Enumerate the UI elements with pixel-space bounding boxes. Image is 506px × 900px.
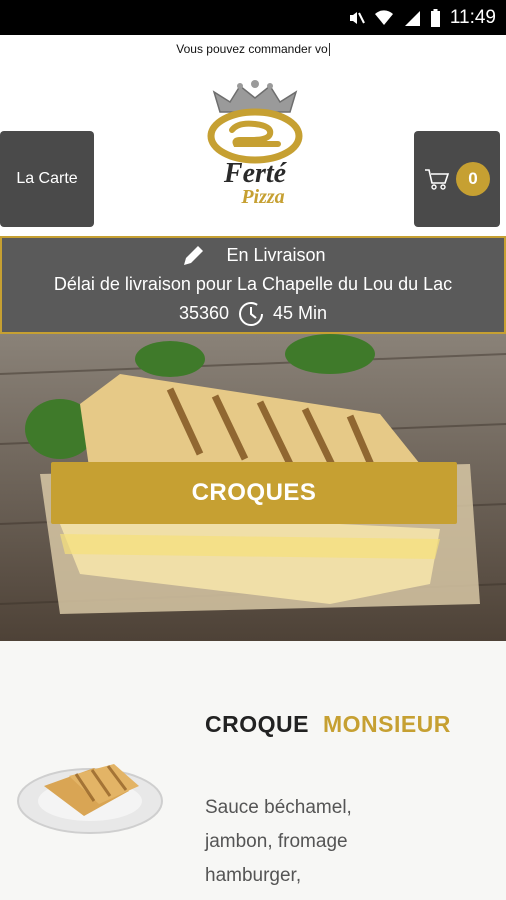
ferte-pizza-logo[interactable]: Ferté Pizza bbox=[200, 78, 310, 213]
product-description-line: Sauce béchamel, bbox=[205, 797, 352, 818]
croques-category-button[interactable]: CROQUES bbox=[51, 462, 457, 524]
cart-count-badge: 0 bbox=[456, 162, 490, 196]
cart-icon bbox=[425, 169, 450, 190]
product-description: Sauce béchamel, jambon, fromage hamburge… bbox=[205, 791, 415, 893]
signal-icon bbox=[404, 11, 420, 26]
product-title-word1: CROQUE bbox=[205, 711, 309, 737]
menu-button-label: La Carte bbox=[16, 170, 78, 187]
delivery-mode: En Livraison bbox=[226, 245, 326, 265]
product-title-word2: MONSIEUR bbox=[322, 711, 451, 737]
category-hero[interactable]: CROQUES bbox=[0, 334, 506, 641]
logo-sub: Pizza bbox=[240, 186, 284, 208]
delivery-time-row: 35360 45 Min bbox=[2, 299, 504, 328]
delivery-info-bar[interactable]: En Livraison Délai de livraison pour La … bbox=[0, 236, 506, 334]
marquee-text: Vous pouvez commander vo bbox=[176, 42, 328, 56]
product-description-line: jambon, fromage bbox=[205, 831, 348, 852]
battery-icon bbox=[430, 8, 440, 27]
product-card[interactable]: CROQUE MONSIEUR Sauce béchamel, jambon, f… bbox=[0, 641, 506, 900]
crown-icon bbox=[212, 80, 298, 113]
mute-icon bbox=[349, 12, 365, 24]
status-bar: 11:49 bbox=[0, 0, 506, 35]
logo-emblem bbox=[207, 108, 303, 164]
text-caret bbox=[328, 43, 330, 57]
logo-name: Ferté bbox=[223, 158, 288, 189]
delivery-text: Délai de livraison pour La Chapelle du L… bbox=[53, 274, 453, 294]
cart-button[interactable]: 0 bbox=[414, 131, 500, 227]
pencil-icon bbox=[184, 245, 204, 265]
delivery-mode-row: En Livraison bbox=[2, 241, 504, 270]
product-title: CROQUE MONSIEUR bbox=[205, 711, 451, 738]
delivery-duration: 45 Min bbox=[273, 303, 328, 323]
marquee-banner: Vous pouvez commander vo bbox=[0, 42, 506, 57]
product-image bbox=[17, 764, 163, 834]
delivery-postcode: 35360 bbox=[178, 303, 230, 323]
product-description-line: hamburger, bbox=[205, 865, 302, 886]
menu-button[interactable]: La Carte bbox=[0, 131, 94, 227]
status-icons: 11:49 bbox=[347, 6, 496, 30]
delivery-text-row: Délai de livraison pour La Chapelle du L… bbox=[2, 270, 504, 299]
wifi-icon bbox=[374, 10, 393, 25]
status-time: 11:49 bbox=[449, 7, 496, 28]
clock-icon bbox=[239, 301, 264, 326]
